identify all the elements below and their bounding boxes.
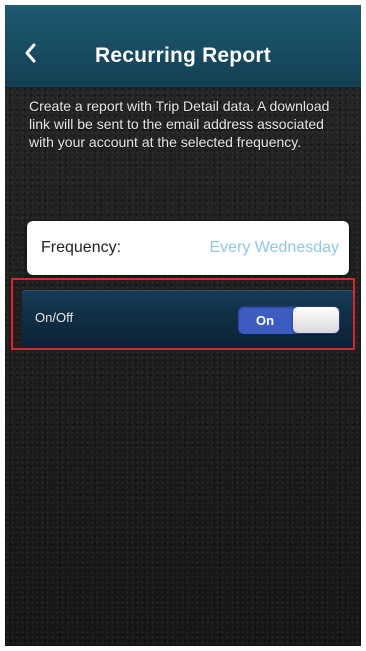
frequency-row[interactable]: Frequency: Every Wednesday [27, 221, 349, 275]
report-description: Create a report with Trip Detail data. A… [29, 98, 330, 150]
highlight-box [11, 278, 355, 350]
page-title: Recurring Report [95, 44, 271, 67]
nav-bar: Recurring Report [5, 5, 361, 88]
frequency-label: Frequency: [41, 239, 122, 256]
frequency-value[interactable]: Every Wednesday [209, 239, 339, 257]
